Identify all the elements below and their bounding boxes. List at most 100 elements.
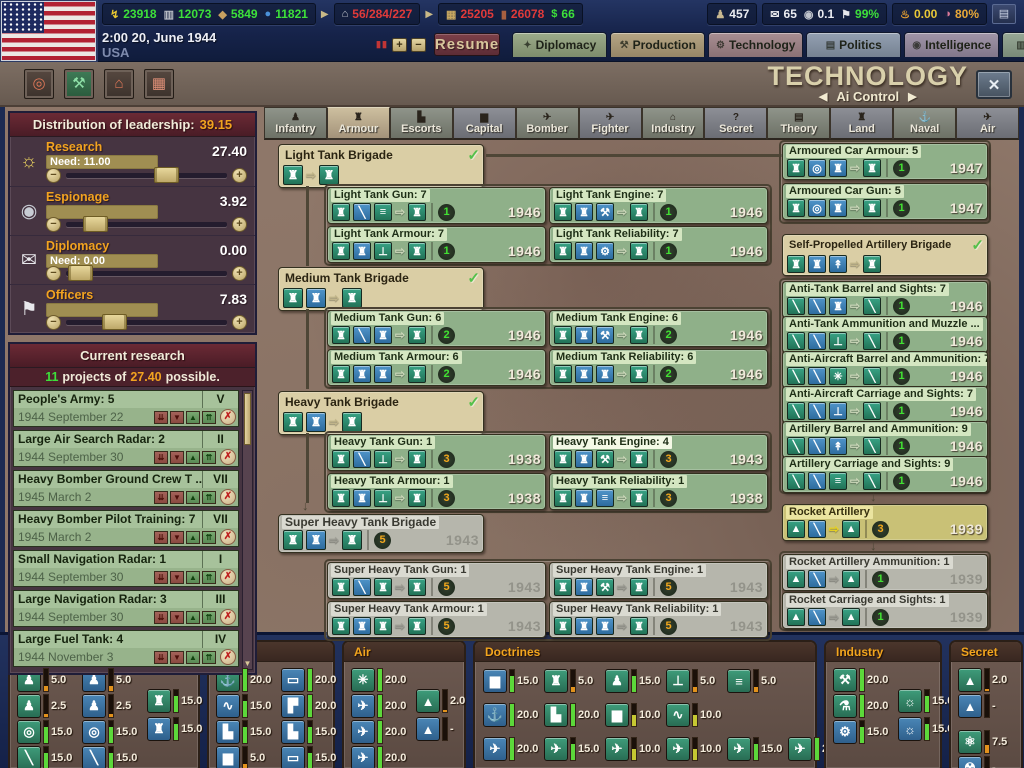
slider-increase-button[interactable]: + xyxy=(232,167,247,183)
main-tab-politics[interactable]: ▤ Politics xyxy=(806,32,902,57)
main-tab-technology[interactable]: ⚙ Technology xyxy=(708,32,804,57)
tech-summary-item[interactable]: ☼ 15.0 xyxy=(898,717,954,741)
tech-box[interactable]: Light Tank Armour: 7 ♜ ♜ ⊥ ⇨ ♜ 1 1946 xyxy=(327,226,546,263)
tech-summary-item[interactable]: ✈ 20.0 xyxy=(351,694,407,718)
tech-box[interactable]: Anti-Tank Barrel and Sights: 7 ╲ ╲ ♜ ⇨ ╲ 1 1946 xyxy=(782,281,988,318)
priority-down-button[interactable]: ▼ xyxy=(170,530,184,544)
scrollbar-thumb[interactable] xyxy=(244,393,251,445)
tech-box[interactable]: Medium Tank Gun: 6 ♜ ╲ ♜ ⇨ ♜ 2 1946 xyxy=(327,310,546,347)
priority-up-button[interactable]: ▲ xyxy=(186,490,200,504)
tech-summary-item[interactable]: ✳ 20.0 xyxy=(351,668,407,692)
tech-summary-item[interactable]: ▙ 15.0 xyxy=(281,720,337,744)
tech-summary-item[interactable]: ♟ 2.5 xyxy=(17,694,73,718)
research-item[interactable]: Large Fuel Tank: 4 IV 1944 November 3 ⇊ ▼ ▲ ⇈ ✗ xyxy=(13,630,239,667)
tech-box[interactable]: Anti-Aircraft Barrel and Ammunition: 7 ╲ ╲… xyxy=(782,351,988,388)
priority-top-button[interactable]: ⇈ xyxy=(202,450,216,464)
priority-bottom-button[interactable]: ⇊ xyxy=(154,450,168,464)
tech-box[interactable]: Light Tank Gun: 7 ♜ ╲ ≡ ⇨ ♜ 1 1946 xyxy=(327,187,546,224)
tech-box[interactable]: Artillery Carriage and Sights: 9 ╲ ╲ ≡ ⇨ ╲ 1 19… xyxy=(782,456,988,493)
priority-top-button[interactable]: ⇈ xyxy=(202,410,216,424)
tech-box[interactable]: Rocket Artillery ▲ ╲ ⇨ ▲ 3 1939 xyxy=(782,504,988,541)
cancel-research-button[interactable]: ✗ xyxy=(220,529,236,545)
tech-tab-infantry[interactable]: ♟ Infantry xyxy=(264,107,327,140)
menu-button[interactable]: ▤ xyxy=(992,4,1016,24)
tech-summary-item[interactable]: ✈ 20.0 xyxy=(351,720,407,744)
slider-decrease-button[interactable]: − xyxy=(46,216,61,232)
tech-summary-item[interactable]: ♜ 5.0 xyxy=(544,669,600,693)
cancel-research-button[interactable]: ✗ xyxy=(220,569,236,585)
priority-top-button[interactable]: ⇈ xyxy=(202,490,216,504)
tech-box[interactable]: Heavy Tank Engine: 4 ♜ ♜ ⚒ ⇨ ♜ 3 1943 xyxy=(549,434,768,471)
tech-summary-item[interactable]: ▆ 10.0 xyxy=(605,703,661,727)
tech-summary-item[interactable]: ╲ 15.0 xyxy=(82,746,138,768)
tech-box[interactable]: Rocket Carriage and Sights: 1 ▲ ╲ ⇨ ▲ 1 1939 xyxy=(782,592,988,629)
slider-increase-button[interactable]: + xyxy=(232,216,247,232)
research-item[interactable]: Large Air Search Radar: 2 II 1944 Septembe… xyxy=(13,430,239,467)
tech-summary-item[interactable]: ╲ 15.0 xyxy=(17,746,73,768)
slider-track[interactable] xyxy=(66,313,227,330)
cancel-research-button[interactable]: ✗ xyxy=(220,649,236,665)
tech-summary-item[interactable]: ▲ 2.0 xyxy=(958,668,1014,692)
tech-tab-secret[interactable]: ? Secret xyxy=(704,107,768,140)
scrollbar-down-icon[interactable]: ▼ xyxy=(243,659,252,668)
priority-up-button[interactable]: ▲ xyxy=(186,650,200,664)
priority-down-button[interactable]: ▼ xyxy=(170,410,184,424)
research-item[interactable]: Large Navigation Radar: 3 III 1944 Septemb… xyxy=(13,590,239,627)
speed-up-button[interactable]: + xyxy=(391,37,407,52)
slider-track[interactable] xyxy=(66,215,227,232)
speed-down-button[interactable]: − xyxy=(410,37,426,52)
tech-summary-item[interactable]: ▛ 20.0 xyxy=(281,694,337,718)
tech-box[interactable]: Anti-Tank Ammunition and Muzzle ... ╲ ╲ ⊥ ⇨ ╲… xyxy=(782,316,988,353)
tech-box[interactable]: Heavy Tank Armour: 1 ♜ ♜ ⊥ ⇨ ♜ 3 1938 xyxy=(327,473,546,510)
tech-box[interactable]: Super Heavy Tank Gun: 1 ♜ ╲ ♜ ⇨ ♜ 5 1943 xyxy=(327,562,546,599)
slider-knob[interactable] xyxy=(153,166,179,183)
priority-bottom-button[interactable]: ⇊ xyxy=(154,650,168,664)
tech-tab-air[interactable]: ✈ Air xyxy=(956,107,1020,140)
slider-track[interactable] xyxy=(66,264,227,281)
tech-tab-naval[interactable]: ⚓ Naval xyxy=(893,107,957,140)
priority-down-button[interactable]: ▼ xyxy=(170,450,184,464)
priority-bottom-button[interactable]: ⇊ xyxy=(154,490,168,504)
cancel-research-button[interactable]: ✗ xyxy=(220,609,236,625)
tech-box[interactable]: Medium Tank Brigade ✓ ♜ ♜ ⇨ ♜ xyxy=(278,267,484,311)
tech-summary-item[interactable]: ≡ 5.0 xyxy=(727,669,783,693)
research-item[interactable]: Small Navigation Radar: 1 I 1944 September… xyxy=(13,550,239,587)
tech-box[interactable]: Super Heavy Tank Brigade ♜ ♜ ⇨ ♜ 5 1943 xyxy=(278,514,484,553)
tech-summary-item[interactable]: ♟ 2.5 xyxy=(82,694,138,718)
tech-summary-item[interactable]: ▲ 2.0 xyxy=(416,689,472,713)
tech-box[interactable]: Armoured Car Armour: 5 ♜ ◎ ♜ ⇨ ♜ 1 1947 xyxy=(782,143,988,180)
priority-bottom-button[interactable]: ⇊ xyxy=(154,410,168,424)
tech-box[interactable]: Light Tank Brigade ✓ ♜ ⇨ ♜ xyxy=(278,144,484,188)
tech-box[interactable]: Medium Tank Armour: 6 ♜ ♜ ♜ ⇨ ♜ 2 1946 xyxy=(327,349,546,386)
tech-summary-item[interactable]: ⚗ 20.0 xyxy=(833,694,889,718)
tech-summary-item[interactable]: ▭ 15.0 xyxy=(281,746,337,768)
slider-increase-button[interactable]: + xyxy=(232,314,247,330)
tech-box[interactable]: Medium Tank Engine: 6 ♜ ♜ ⚒ ⇨ ♜ 2 1946 xyxy=(549,310,768,347)
tech-summary-item[interactable]: ⚓ 20.0 xyxy=(483,703,539,727)
tech-tab-land[interactable]: ♜ Land xyxy=(830,107,894,140)
priority-down-button[interactable]: ▼ xyxy=(170,570,184,584)
tech-box[interactable]: Medium Tank Reliability: 6 ♜ ♜ ♜ ⇨ ♜ 2 1946 xyxy=(549,349,768,386)
resume-button[interactable]: Resume xyxy=(433,33,501,56)
slider-decrease-button[interactable]: − xyxy=(46,167,61,183)
tech-summary-item[interactable]: ◎ 15.0 xyxy=(82,720,138,744)
tech-tab-capital[interactable]: ▆ Capital xyxy=(452,107,516,140)
country-flag[interactable] xyxy=(2,2,95,60)
goods-icon[interactable]: ▦ xyxy=(144,68,174,99)
slider-decrease-button[interactable]: − xyxy=(46,265,61,281)
tech-box[interactable]: Super Heavy Tank Engine: 1 ♜ ♜ ⚒ ⇨ ♜ 5 1943 xyxy=(549,562,768,599)
tech-summary-item[interactable]: ▙ 20.0 xyxy=(544,703,600,727)
tech-summary-item[interactable]: ⚒ 20.0 xyxy=(833,668,889,692)
cancel-research-button[interactable]: ✗ xyxy=(220,409,236,425)
tech-box[interactable]: Artillery Barrel and Ammunition: 9 ╲ ╲ ↟ ⇨ ╲ 1… xyxy=(782,421,988,458)
close-button[interactable]: ✕ xyxy=(976,70,1012,99)
tech-summary-item[interactable]: ◎ 15.0 xyxy=(17,720,73,744)
priority-up-button[interactable]: ▲ xyxy=(186,410,200,424)
tech-summary-item[interactable]: ☢ - xyxy=(958,756,1014,768)
slider-increase-button[interactable]: + xyxy=(232,265,247,281)
tech-box[interactable]: Light Tank Engine: 7 ♜ ♜ ⚒ ⇨ ♜ 1 1946 xyxy=(549,187,768,224)
research-scrollbar[interactable]: ▼ xyxy=(242,390,253,670)
slider-knob[interactable] xyxy=(82,215,108,232)
tech-box[interactable]: Super Heavy Tank Armour: 1 ♜ ♜ ♜ ⇨ ♜ 5 1943 xyxy=(327,601,546,638)
tech-summary-item[interactable]: ▙ 15.0 xyxy=(216,720,272,744)
